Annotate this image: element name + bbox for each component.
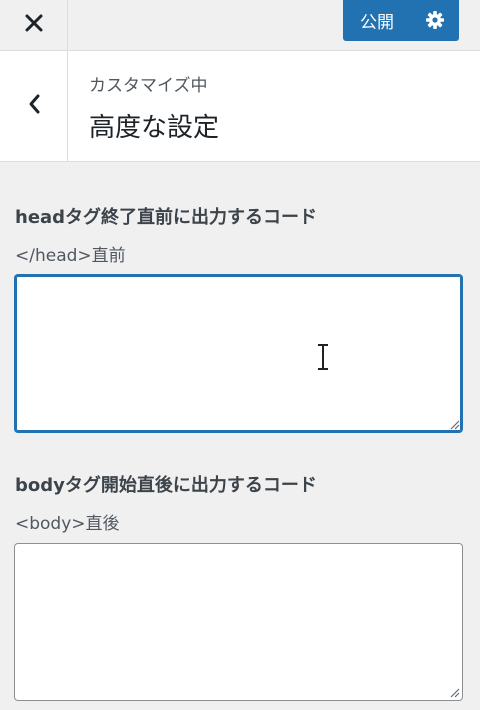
breadcrumb: カスタマイズ中 <box>89 76 208 96</box>
close-icon <box>25 14 43 36</box>
head-code-textarea[interactable] <box>14 274 463 433</box>
page-title: 高度な設定 <box>89 113 220 143</box>
text-cursor-icon <box>318 344 328 370</box>
chevron-left-icon <box>27 93 41 119</box>
publish-button-group: 公開 <box>343 0 459 41</box>
head-code-label: headタグ終了直前に出力するコード <box>15 207 318 228</box>
body-code-description: <body>直後 <box>15 514 120 534</box>
section-header: カスタマイズ中 高度な設定 <box>0 51 480 162</box>
head-code-description: </head>直前 <box>15 246 126 266</box>
publish-button[interactable]: 公開 <box>343 8 420 33</box>
gear-icon[interactable] <box>424 9 446 31</box>
resize-handle-icon[interactable] <box>448 686 460 698</box>
close-button[interactable] <box>0 0 68 50</box>
back-button[interactable] <box>0 51 68 161</box>
customizer-top-bar: 公開 <box>0 0 480 51</box>
body-code-textarea[interactable] <box>14 543 463 701</box>
body-code-label: bodyタグ開始直後に出力するコード <box>15 475 317 496</box>
resize-handle-icon[interactable] <box>448 418 460 430</box>
